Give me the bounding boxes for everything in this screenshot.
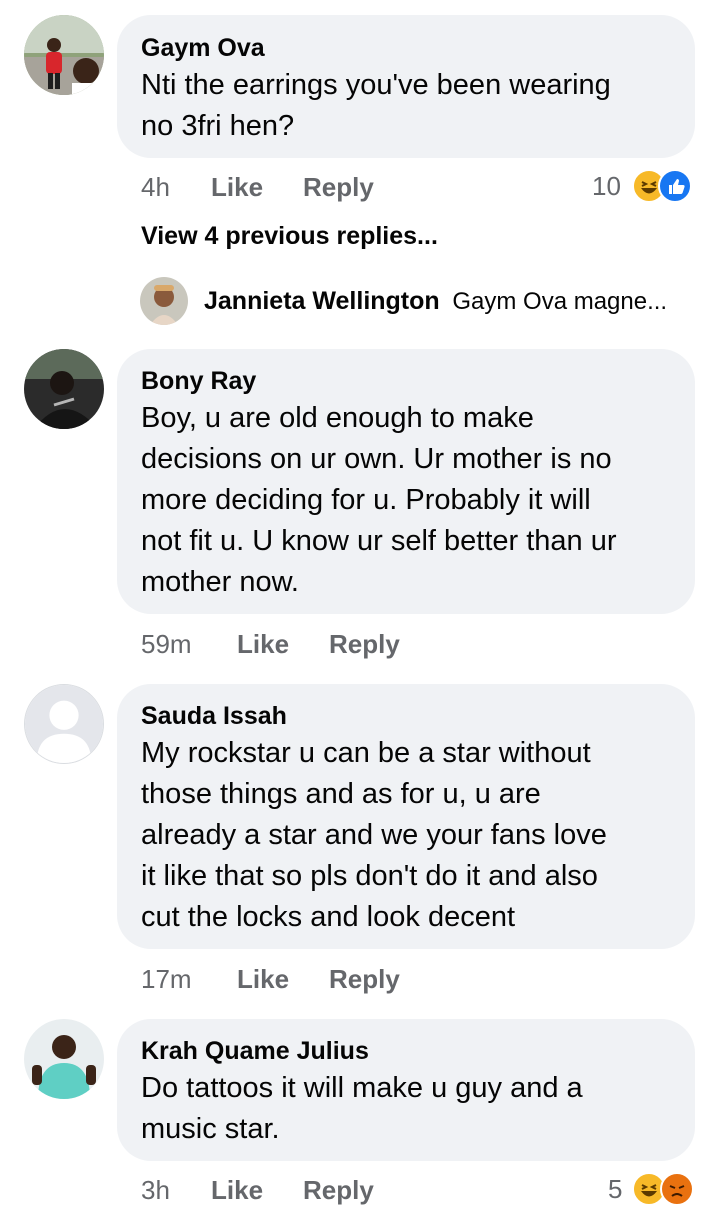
comment-text: Nti the earrings you've been wearing no …: [141, 69, 611, 142]
avatar-krah-quame-julius[interactable]: [24, 1019, 104, 1099]
reaction-summary[interactable]: 5: [608, 1172, 698, 1206]
comment-time[interactable]: 3h: [141, 1175, 170, 1206]
comment-author[interactable]: Krah Quame Julius: [141, 1037, 369, 1066]
like-button[interactable]: Like: [237, 629, 289, 660]
comment-bubble-bony-ray: Bony Ray Boy, u are old enough to make d…: [117, 349, 695, 614]
reply-button[interactable]: Reply: [303, 1175, 374, 1206]
avatar-gaym-ova[interactable]: [24, 15, 104, 95]
like-button[interactable]: Like: [211, 1175, 263, 1206]
comment-text: My rockstar u can be a star without thos…: [141, 737, 607, 933]
view-previous-replies-link[interactable]: View 4 previous replies...: [141, 222, 438, 251]
reaction-count: 5: [608, 1174, 623, 1204]
reply-button[interactable]: Reply: [329, 964, 400, 995]
comment-text: Do tattoos it will make u guy and a musi…: [141, 1072, 583, 1145]
reply-button[interactable]: Reply: [303, 172, 374, 203]
avatar-jannieta-wellington[interactable]: [140, 277, 188, 325]
comment-bubble-gaym-ova: Gaym Ova Nti the earrings you've been we…: [117, 15, 695, 158]
like-emoji-icon: [658, 169, 692, 203]
comment-time[interactable]: 17m: [141, 964, 192, 995]
reply-preview[interactable]: Jannieta Wellington Gaym Ova magne...: [204, 287, 667, 316]
comment-time[interactable]: 59m: [141, 629, 192, 660]
comment-bubble-krah-quame-julius: Krah Quame Julius Do tattoos it will mak…: [117, 1019, 695, 1161]
avatar-bony-ray[interactable]: [24, 349, 104, 429]
reaction-summary[interactable]: 10: [592, 169, 698, 203]
comment-bubble-sauda-issah: Sauda Issah My rockstar u can be a star …: [117, 684, 695, 949]
angry-emoji-icon: [660, 1172, 694, 1206]
reply-button[interactable]: Reply: [329, 629, 400, 660]
avatar-sauda-issah[interactable]: [24, 684, 104, 764]
reply-preview-snippet: Gaym Ova magne...: [452, 288, 668, 315]
reaction-count: 10: [592, 171, 621, 201]
comment-author[interactable]: Sauda Issah: [141, 702, 287, 731]
reply-preview-author: Jannieta Wellington: [204, 287, 440, 315]
like-button[interactable]: Like: [211, 172, 263, 203]
like-button[interactable]: Like: [237, 964, 289, 995]
comment-time[interactable]: 4h: [141, 172, 170, 203]
comment-author[interactable]: Bony Ray: [141, 367, 256, 396]
comment-author[interactable]: Gaym Ova: [141, 34, 265, 63]
comment-text: Boy, u are old enough to make decisions …: [141, 402, 617, 598]
